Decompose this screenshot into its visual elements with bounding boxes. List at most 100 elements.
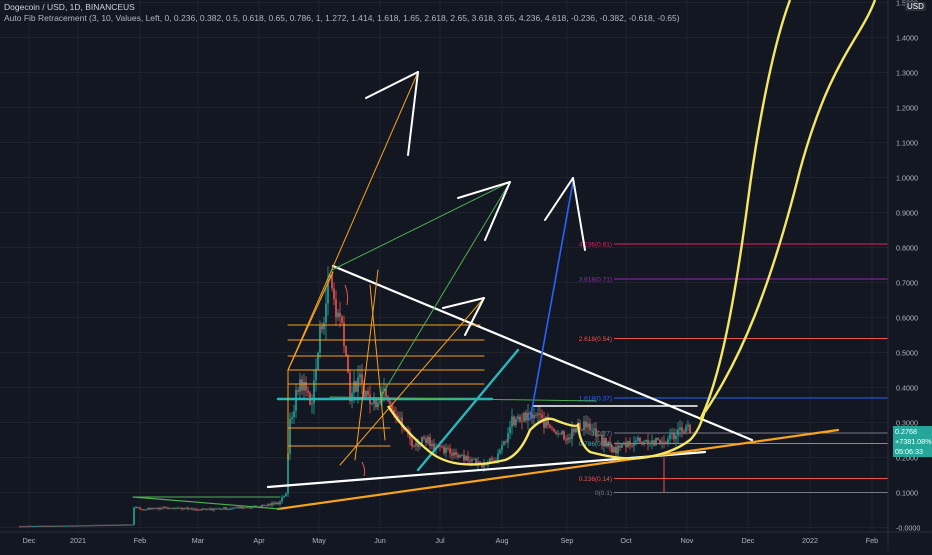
candle-body bbox=[613, 447, 615, 453]
candle-body bbox=[653, 440, 655, 446]
candle-body bbox=[585, 421, 587, 428]
chart-area[interactable]: 4.236(0.81) 3.618(0.71) 2.618(0.54) 1.618(0… bbox=[0, 0, 932, 550]
candle-body bbox=[211, 508, 213, 511]
candle-body bbox=[93, 525, 95, 527]
candle-body bbox=[239, 506, 241, 509]
candle-body bbox=[469, 460, 471, 462]
time-tick-label: 2021 bbox=[70, 536, 86, 545]
currency-label[interactable]: USD bbox=[905, 2, 926, 11]
candle-body bbox=[181, 508, 183, 510]
candle-body bbox=[449, 448, 451, 454]
price-tick-label: 1.1000 bbox=[896, 139, 918, 148]
candle-body bbox=[137, 507, 139, 509]
candle-body bbox=[533, 414, 535, 419]
candle-body bbox=[345, 346, 347, 356]
candle-body bbox=[185, 507, 187, 509]
candle-body bbox=[619, 445, 621, 448]
candle-body bbox=[667, 438, 669, 444]
candle-body bbox=[499, 450, 501, 454]
candle-body bbox=[687, 424, 689, 427]
candle-body bbox=[517, 416, 519, 419]
candle-body bbox=[655, 437, 657, 446]
candle-body bbox=[621, 444, 623, 448]
candle-body bbox=[213, 509, 215, 511]
time-tick-label: Feb bbox=[866, 536, 878, 545]
candle-body bbox=[315, 369, 317, 381]
candle-body bbox=[305, 382, 307, 391]
candle-body bbox=[593, 428, 595, 430]
candle-body bbox=[451, 453, 453, 456]
candle-body bbox=[243, 507, 245, 509]
candle-body bbox=[561, 431, 563, 435]
candle-body bbox=[65, 525, 67, 527]
price-axis[interactable]: 1.50001.40001.30001.20001.10001.00000.90… bbox=[887, 0, 920, 550]
price-tick-label: 0.6000 bbox=[896, 314, 918, 323]
candle-body bbox=[371, 403, 373, 405]
candle-body bbox=[121, 524, 123, 526]
candle-body bbox=[27, 526, 29, 528]
price-tick-label: 0.9000 bbox=[896, 209, 918, 218]
candle-body bbox=[389, 401, 391, 405]
candle-body bbox=[639, 437, 641, 443]
candle-body bbox=[443, 446, 445, 454]
arrow-head bbox=[365, 71, 419, 99]
indicator-legend[interactable]: Auto Fib Retracement (3, 10, Values, Lef… bbox=[4, 13, 680, 24]
candle-body bbox=[67, 525, 69, 527]
price-chart-svg[interactable]: 4.236(0.81)3.618(0.71)2.618(0.54)1.618(0… bbox=[0, 0, 932, 550]
candle-body bbox=[419, 445, 421, 447]
price-tick-label: 1.2000 bbox=[896, 104, 918, 113]
candle-body bbox=[19, 526, 21, 528]
candle-body bbox=[589, 423, 591, 431]
price-tick-label: 0.7000 bbox=[896, 279, 918, 288]
candle-body bbox=[189, 508, 191, 510]
candle-body bbox=[625, 442, 627, 448]
candle-body bbox=[63, 525, 65, 527]
candle-body bbox=[203, 508, 205, 510]
candle-body bbox=[441, 446, 443, 447]
candle-body bbox=[629, 441, 631, 446]
candle-body bbox=[535, 414, 537, 416]
time-tick-label: Feb bbox=[134, 536, 146, 545]
candle-body bbox=[21, 526, 23, 528]
candle-body bbox=[683, 431, 685, 433]
candle-body bbox=[669, 434, 671, 439]
candle-body bbox=[615, 447, 617, 454]
time-tick-label: Dec bbox=[742, 536, 755, 545]
candle-body bbox=[411, 439, 413, 447]
candle-body bbox=[277, 502, 279, 505]
candle-body bbox=[551, 427, 553, 429]
candle-body bbox=[611, 445, 613, 453]
time-tick-label: Aug bbox=[496, 536, 509, 545]
price-tick-label: 1.4000 bbox=[896, 34, 918, 43]
candle-body bbox=[463, 454, 465, 461]
time-axis[interactable]: Dec 2021 Feb Mar Apr May Jun Jul Aug Sep Oct Nov Dec… bbox=[0, 531, 932, 545]
candle-body bbox=[89, 525, 91, 527]
candle-body bbox=[57, 526, 59, 527]
orange-vertical bbox=[369, 284, 386, 441]
candle-body bbox=[399, 417, 401, 419]
candle-body bbox=[111, 525, 113, 526]
candle-body bbox=[79, 525, 81, 527]
candle-body bbox=[147, 508, 149, 510]
candle-body bbox=[565, 439, 567, 441]
candle-body bbox=[377, 402, 379, 408]
candle-body bbox=[527, 413, 529, 421]
candle-body bbox=[355, 381, 357, 392]
price-tick-label: 0.1000 bbox=[896, 489, 918, 498]
candle-body bbox=[109, 525, 111, 527]
candle-body bbox=[153, 508, 155, 509]
candle-body bbox=[467, 456, 469, 461]
candle-body bbox=[563, 431, 565, 440]
candle-body bbox=[509, 426, 511, 433]
candle-body bbox=[195, 508, 197, 510]
candle-body bbox=[43, 526, 45, 527]
candle-body bbox=[647, 440, 649, 445]
candle-body bbox=[241, 506, 243, 509]
candle-body bbox=[379, 401, 381, 403]
candle-body bbox=[525, 412, 527, 421]
candle-body bbox=[283, 495, 285, 498]
time-tick-label: May bbox=[312, 536, 326, 545]
candle-body bbox=[127, 524, 129, 526]
candle-body bbox=[235, 507, 237, 508]
candle-body bbox=[361, 374, 363, 384]
